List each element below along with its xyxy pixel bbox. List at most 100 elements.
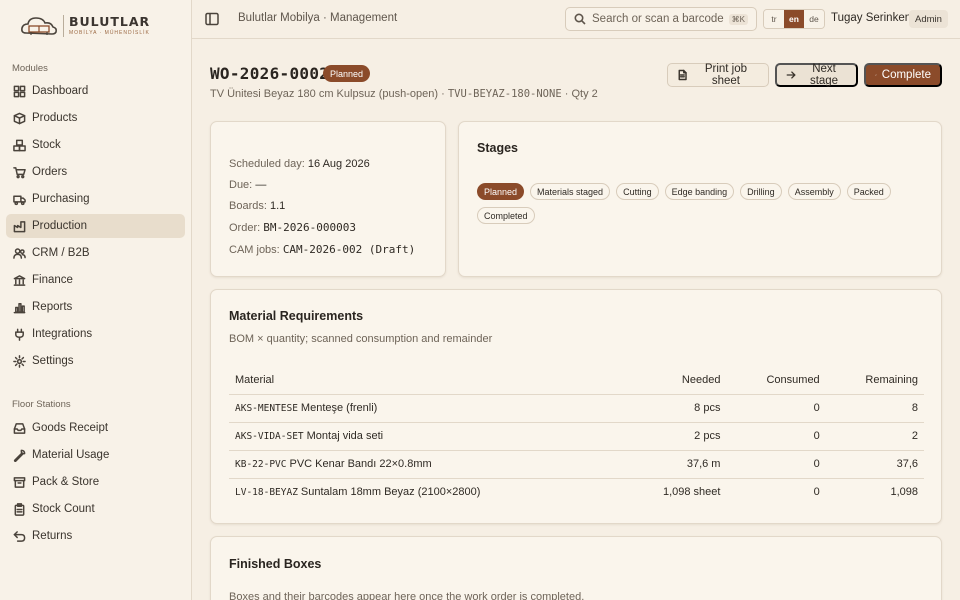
stage-chip-planned: Planned (477, 183, 525, 200)
needed-cell: 37,6 m (620, 450, 727, 479)
lang-tr-button[interactable]: tr (764, 10, 784, 28)
remaining-cell: 1,098 (890, 486, 918, 499)
sidebar-item-label: Settings (32, 355, 74, 367)
arrow-right-icon (786, 71, 796, 79)
wrench-icon (12, 448, 26, 462)
material-requirements-description: BOM × quantity; scanned consumption and … (229, 333, 493, 345)
sidebar-item-label: Orders (32, 166, 68, 178)
order-row: Order: BM-2026-000003 (229, 221, 356, 234)
due-row: Due: — (229, 179, 266, 191)
sidebar-item-reports[interactable]: Reports (6, 295, 185, 319)
material-sku: AKS-VIDA-SET (235, 431, 304, 442)
scheduled-day-value: 16 Aug 2026 (307, 158, 370, 170)
page-title: WO-2026-0002 (210, 64, 330, 83)
scheduled-day-label: Scheduled day: (229, 158, 305, 170)
sidebar-item-production[interactable]: Production (6, 214, 185, 238)
table-row: AKS-MENTESE Menteşe (frenli) 8 pcs 0 8 (229, 394, 924, 423)
search-placeholder: Search or scan a barcode (592, 13, 724, 25)
cam-job-link[interactable]: CAM-2026-002 (Draft) (283, 243, 415, 256)
material-sku: LV-18-BEYAZ (235, 487, 298, 499)
material-cell: AKS-MENTESE Menteşe (frenli) (229, 394, 621, 423)
product-sku: TVU-BEYAZ-180-NONE (447, 88, 562, 100)
next-stage-label: Next stage (809, 63, 839, 87)
material-table: Material Needed Consumed Remaining AKS-M… (229, 366, 924, 506)
work-order-subtitle: TV Ünitesi Beyaz 180 cm Kulpsuz (push-op… (210, 88, 598, 100)
brand-logo[interactable]: BULUTLAR MOBİLYA · MÜHENDİSLİK (20, 12, 160, 40)
sidebar-item-label: Stock (32, 139, 61, 151)
sidebar-item-integrations[interactable]: Integrations (6, 322, 185, 346)
print-job-sheet-button[interactable]: Print job sheet (667, 63, 769, 87)
lang-en-button[interactable]: en (784, 10, 804, 28)
modules-section-label: Modules (12, 63, 48, 74)
sidebar-item-purchasing[interactable]: Purchasing (6, 187, 185, 211)
lang-de-button[interactable]: de (804, 10, 824, 28)
status-badge: Planned (323, 65, 371, 82)
truck-icon (12, 192, 26, 206)
needed-cell: 1,098 sheet (662, 486, 721, 499)
search-shortcut: ⌘K (728, 13, 748, 25)
next-stage-button[interactable]: Next stage (775, 63, 858, 87)
needed-cell: 8 pcs (620, 394, 727, 423)
complete-button[interactable]: Complete (864, 63, 942, 87)
material-sku: KB-22-PVC (235, 459, 287, 470)
stage-list: Planned Materials staged Cutting Edge ba… (477, 183, 917, 231)
topbar: Bulutlar Mobilya · Management Search or … (192, 0, 960, 39)
stages-card: Stages Planned Materials staged Cutting … (458, 121, 942, 277)
user-name[interactable]: Tugay Serinken (831, 12, 911, 24)
stage-chip-drilling: Drilling (740, 183, 782, 200)
sidebar-item-dashboard[interactable]: Dashboard (6, 79, 185, 103)
material-requirements-title: Material Requirements (229, 309, 364, 323)
search-input[interactable]: Search or scan a barcode ⌘K (565, 7, 757, 31)
floor-section-label: Floor Stations (12, 399, 71, 410)
sidebar-item-products[interactable]: Products (6, 106, 185, 130)
document-icon (678, 69, 687, 81)
column-header-needed: Needed (620, 366, 727, 395)
sidebar-item-label: Integrations (32, 328, 93, 340)
inbox-icon (12, 421, 26, 435)
breadcrumb[interactable]: Bulutlar Mobilya · Management (238, 12, 397, 24)
bar-chart-icon (12, 300, 26, 314)
sidebar-item-settings[interactable]: Settings (6, 349, 185, 373)
cloud-logo-icon (21, 17, 57, 35)
sidebar-item-label: Dashboard (32, 85, 89, 97)
plug-icon (12, 327, 26, 341)
order-link[interactable]: BM-2026-000003 (263, 221, 356, 234)
brand-tagline: MOBİLYA · MÜHENDİSLİK (69, 30, 150, 37)
table-row: LV-18-BEYAZ Suntalam 18mm Beyaz (2100×280… (229, 478, 924, 506)
sidebar-item-finance[interactable]: Finance (6, 268, 185, 292)
gear-icon (12, 354, 26, 368)
material-requirements-card: Material Requirements BOM × quantity; sc… (210, 289, 942, 524)
table-header-row: Material Needed Consumed Remaining (229, 366, 924, 395)
undo-icon (12, 529, 26, 543)
sidebar-item-pack-store[interactable]: Pack & Store (6, 470, 185, 494)
sidebar-item-stock[interactable]: Stock (6, 133, 185, 157)
cam-jobs-row: CAM jobs: CAM-2026-002 (Draft) (229, 243, 415, 256)
finished-boxes-card: Finished Boxes Boxes and their barcodes … (210, 536, 942, 600)
stage-chip-assembly: Assembly (787, 183, 841, 200)
sidebar-item-material-usage[interactable]: Material Usage (6, 443, 185, 467)
finished-boxes-description: Boxes and their barcodes appear here onc… (229, 591, 585, 600)
column-header-consumed: Consumed (726, 366, 826, 395)
stage-chip-materials-staged: Materials staged (530, 183, 611, 200)
order-qty: Qty 2 (571, 88, 598, 100)
sidebar-item-label: Production (32, 220, 87, 232)
sidebar-toggle-icon[interactable] (205, 12, 219, 26)
sidebar-item-stock-count[interactable]: Stock Count (6, 497, 185, 521)
sidebar-item-goods-receipt[interactable]: Goods Receipt (6, 416, 185, 440)
stage-chip-completed: Completed (477, 207, 535, 224)
box-icon (12, 111, 26, 125)
search-icon (574, 13, 586, 25)
clipboard-icon (12, 502, 26, 516)
boards-label: Boards: (229, 200, 267, 212)
sidebar-item-label: Returns (32, 530, 73, 542)
dashboard-icon (12, 84, 26, 98)
due-value: — (255, 179, 267, 191)
sidebar-item-returns[interactable]: Returns (6, 524, 185, 548)
sidebar-item-orders[interactable]: Orders (6, 160, 185, 184)
sidebar-item-crm[interactable]: CRM / B2B (6, 241, 185, 265)
column-header-material: Material (229, 366, 621, 395)
material-name: Menteşe (frenli) (300, 402, 378, 414)
user-role-badge: Admin (909, 10, 948, 28)
table-row: KB-22-PVC PVC Kenar Bandı 22×0.8mm 37,6 m… (229, 450, 924, 479)
sidebar-item-label: Pack & Store (32, 476, 100, 488)
